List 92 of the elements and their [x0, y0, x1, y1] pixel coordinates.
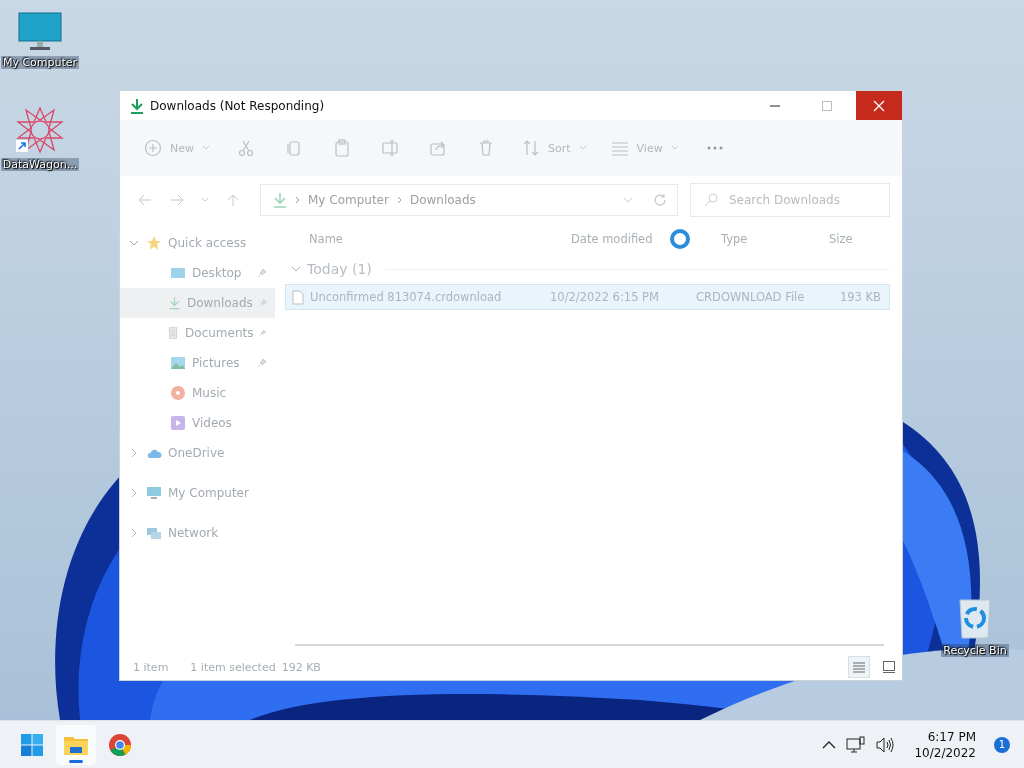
maximize-icon [821, 99, 833, 112]
speaker-icon[interactable] [876, 736, 897, 753]
network-icon[interactable] [846, 735, 867, 754]
sidebar-item[interactable]: Documents [120, 318, 275, 348]
address-bar[interactable]: My Computer Downloads [260, 184, 678, 216]
windows-logo-icon [20, 732, 44, 757]
lines-icon [610, 139, 629, 157]
sort-icon [522, 139, 540, 157]
column-header[interactable]: Date modified [547, 232, 663, 246]
table-cell-text: 193 KB [838, 290, 882, 304]
sidebar-item[interactable]: Music [120, 378, 275, 408]
window-title: Downloads (Not Responding) [150, 98, 325, 113]
table-cell-text: CRDOWNLOAD File [695, 290, 806, 304]
status-text: 1 item [133, 660, 169, 674]
table-cell-text: 10/2/2022 6:15 PM [549, 290, 660, 304]
sidebar-item[interactable]: Quick access [120, 228, 275, 258]
sidebar-item[interactable]: Desktop [120, 258, 275, 288]
monitor-icon[interactable] [18, 12, 62, 52]
pin-icon[interactable] [259, 328, 267, 338]
status-text: 192 KB [281, 660, 321, 674]
picture-icon [170, 355, 186, 371]
monitor-icon [146, 485, 162, 501]
trash-icon [477, 139, 495, 157]
search-icon [704, 193, 718, 207]
refresh-icon[interactable] [653, 193, 667, 207]
chevron-right-icon[interactable] [130, 488, 138, 498]
details-view-button[interactable] [848, 656, 870, 678]
scissors-icon [237, 139, 255, 157]
busy-spinner-icon [669, 228, 691, 250]
document-icon [167, 325, 180, 341]
clipboard-icon [333, 139, 351, 157]
column-header[interactable]: Type [697, 232, 815, 246]
sidebar-item[interactable]: Downloads [120, 288, 275, 318]
file-name: Unconfirmed 813074.crdownload [310, 290, 502, 304]
clock-time[interactable]: 6:17 PM [927, 728, 976, 745]
column-header[interactable]: Name [285, 232, 547, 246]
browser-logo-icon [108, 732, 132, 757]
file-icon [292, 289, 304, 305]
network-icon [146, 525, 162, 541]
star-polygon-icon[interactable] [16, 106, 64, 154]
scrollbar[interactable] [295, 644, 884, 646]
notification-badge[interactable]: 1 [994, 736, 1010, 753]
sidebar-item[interactable]: Pictures [120, 348, 275, 378]
view-button[interactable]: View [600, 130, 689, 166]
disc-icon [170, 385, 186, 401]
sidebar-item[interactable]: Network [120, 518, 275, 548]
share-icon [429, 139, 447, 157]
file-row[interactable]: Unconfirmed 813074.crdownload 10/2/2022 6:15 PM CRDOWNLOAD File 193 KB [285, 284, 890, 310]
status-text: 1 item selected [190, 660, 276, 674]
chevron-icon [295, 196, 300, 204]
copy-icon [285, 139, 303, 157]
desktop-icon-label[interactable]: My Computer [0, 56, 80, 69]
plus-circle-icon [144, 139, 162, 157]
chevron-down-icon[interactable] [129, 239, 139, 247]
details-view-icon [852, 661, 866, 673]
download-icon [273, 192, 287, 208]
tiles-view-icon [882, 661, 896, 673]
column-header[interactable]: Size [815, 232, 890, 246]
chevron-up-icon[interactable] [822, 740, 837, 749]
rename-icon [381, 139, 399, 157]
sidebar-item[interactable]: My Computer [120, 478, 275, 508]
video-icon [170, 415, 186, 431]
more-icon [705, 146, 724, 150]
new-button[interactable]: New [134, 130, 220, 166]
sidebar-item[interactable]: Videos [120, 408, 275, 438]
desktop-icon [170, 265, 186, 281]
pin-icon[interactable] [258, 298, 267, 308]
breadcrumb[interactable]: My Computer [308, 193, 389, 207]
pin-icon[interactable] [257, 268, 267, 278]
star-icon [146, 235, 162, 251]
close-button[interactable] [856, 91, 902, 120]
forward-arrow-icon [170, 194, 184, 206]
close-icon [873, 99, 885, 112]
sort-button[interactable]: Sort [512, 130, 597, 166]
search-field[interactable]: Search Downloads [690, 183, 890, 217]
back-arrow-icon [138, 194, 152, 206]
chevron-icon [396, 196, 402, 204]
clock-date[interactable]: 10/2/2022 [914, 744, 976, 761]
chevron-down-icon[interactable] [291, 265, 301, 273]
dropdown-icon[interactable] [623, 197, 633, 203]
explorer-button[interactable] [56, 724, 96, 765]
up-arrow-icon [227, 193, 239, 207]
chevron-right-icon[interactable] [130, 448, 138, 458]
download-icon [167, 295, 181, 311]
breadcrumb[interactable]: Downloads [409, 193, 476, 207]
sidebar-item[interactable]: OneDrive [120, 438, 275, 468]
caret-icon [201, 197, 209, 203]
chevron-right-icon[interactable] [130, 528, 138, 538]
download-icon [130, 97, 144, 114]
group-header[interactable]: Today (1) [307, 261, 372, 277]
recycle-bin-icon[interactable] [957, 598, 993, 640]
pin-icon[interactable] [257, 358, 267, 368]
